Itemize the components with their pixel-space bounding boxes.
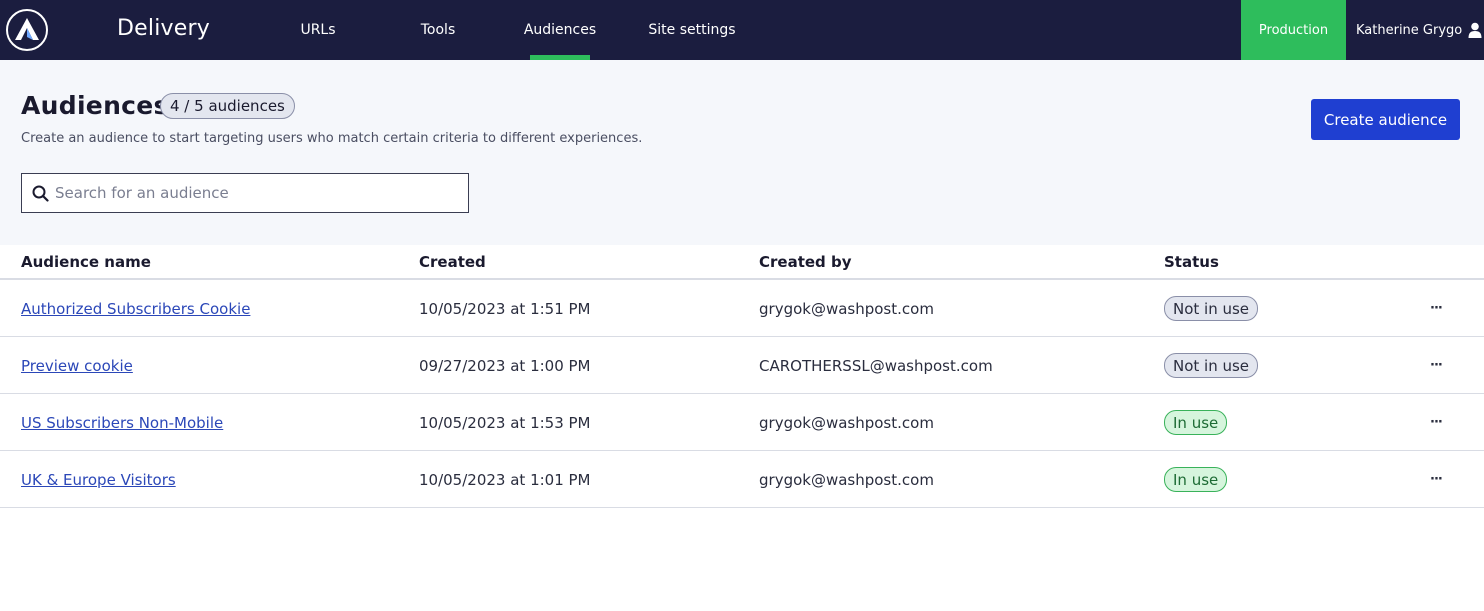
more-options-icon[interactable]: ··· [1430, 358, 1443, 373]
created-by: CAROTHERSSL@washpost.com [759, 356, 993, 375]
table-row: Preview cookie 09/27/2023 at 1:00 PM CAR… [0, 337, 1484, 394]
table-row: Authorized Subscribers Cookie 10/05/2023… [0, 280, 1484, 337]
table-row: US Subscribers Non-Mobile 10/05/2023 at … [0, 394, 1484, 451]
search-box[interactable] [21, 173, 469, 213]
page-title: Audiences [21, 91, 169, 120]
page-header: Audiences 4 / 5 audiences Create an audi… [0, 60, 1484, 245]
environment-button[interactable]: Production [1241, 0, 1346, 60]
audience-name-link[interactable]: Authorized Subscribers Cookie [21, 300, 250, 318]
top-nav-bar: Delivery URLs Tools Audiences Site setti… [0, 0, 1484, 60]
nav-item-audiences[interactable]: Audiences [522, 0, 598, 60]
audience-name-link[interactable]: US Subscribers Non-Mobile [21, 414, 223, 432]
table-header: Audience name Created Created by Status [0, 245, 1484, 280]
more-options-icon[interactable]: ··· [1430, 415, 1443, 430]
audience-name-link[interactable]: Preview cookie [21, 357, 133, 375]
status-badge: Not in use [1164, 353, 1259, 378]
header-created[interactable]: Created [419, 253, 486, 271]
audiences-table: Audience name Created Created by Status … [0, 245, 1484, 508]
header-status[interactable]: Status [1164, 253, 1219, 271]
created-date: 10/05/2023 at 1:01 PM [419, 470, 591, 489]
status-badge: In use [1164, 467, 1228, 492]
arrow-a-logo-icon[interactable] [6, 9, 48, 51]
header-created-by[interactable]: Created by [759, 253, 852, 271]
created-date: 10/05/2023 at 1:51 PM [419, 299, 591, 318]
person-icon [1468, 22, 1482, 38]
search-icon [32, 185, 49, 202]
header-audience-name[interactable]: Audience name [21, 253, 151, 271]
user-menu[interactable]: Katherine Grygo [1347, 0, 1484, 60]
create-audience-button[interactable]: Create audience [1311, 99, 1460, 140]
audience-name-link[interactable]: UK & Europe Visitors [21, 471, 176, 489]
created-by: grygok@washpost.com [759, 470, 934, 489]
table-row: UK & Europe Visitors 10/05/2023 at 1:01 … [0, 451, 1484, 508]
status-badge: In use [1164, 410, 1228, 435]
search-input[interactable] [55, 184, 455, 202]
created-by: grygok@washpost.com [759, 413, 934, 432]
audience-count-badge: 4 / 5 audiences [160, 93, 295, 119]
created-by: grygok@washpost.com [759, 299, 934, 318]
status-badge: Not in use [1164, 296, 1259, 321]
created-date: 09/27/2023 at 1:00 PM [419, 356, 591, 375]
user-name: Katherine Grygo [1356, 22, 1463, 38]
page-description: Create an audience to start targeting us… [21, 131, 643, 146]
more-options-icon[interactable]: ··· [1430, 472, 1443, 487]
more-options-icon[interactable]: ··· [1430, 301, 1443, 316]
created-date: 10/05/2023 at 1:53 PM [419, 413, 591, 432]
nav-item-tools[interactable]: Tools [410, 0, 466, 60]
nav-item-urls[interactable]: URLs [290, 0, 346, 60]
nav-item-site-settings[interactable]: Site settings [646, 0, 738, 60]
app-title: Delivery [117, 16, 210, 41]
